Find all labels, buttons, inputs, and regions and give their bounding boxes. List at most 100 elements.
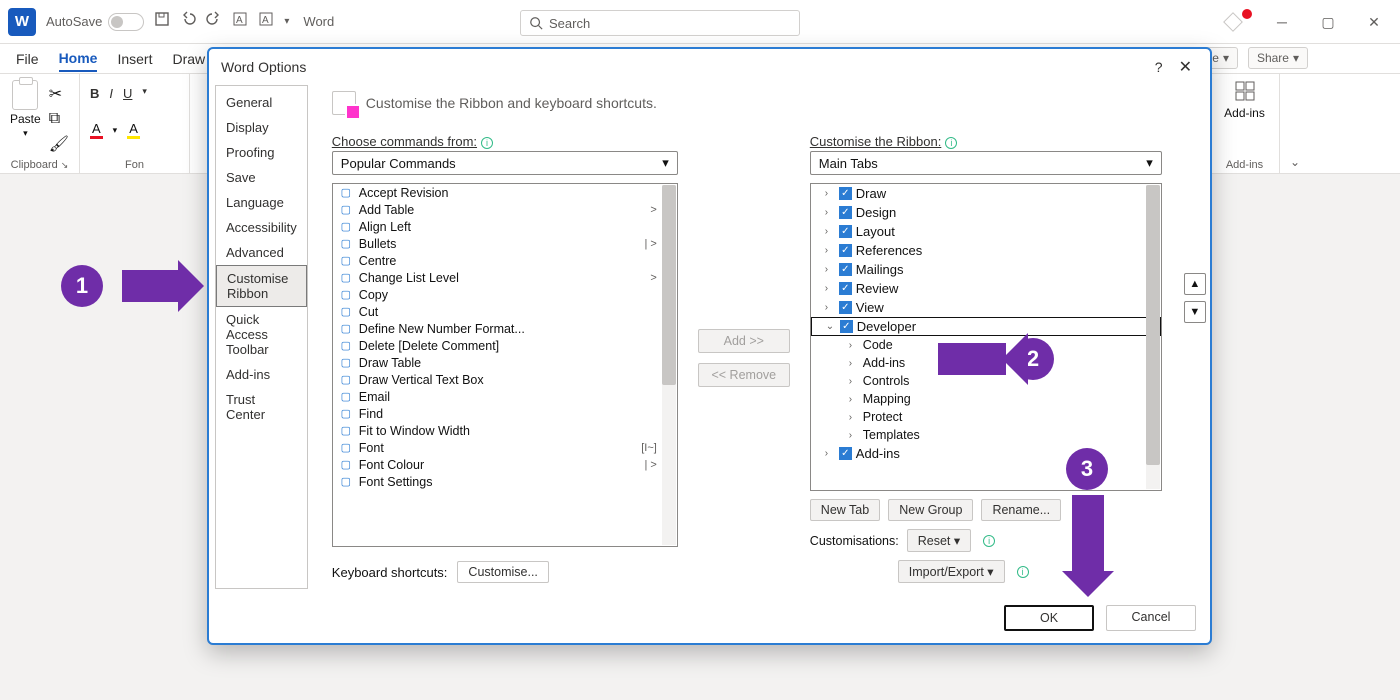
checkbox-icon[interactable]: ✓ (840, 320, 853, 333)
checkbox-icon[interactable]: ✓ (839, 263, 852, 276)
ribbon-tab-item[interactable]: ›✓View (811, 298, 1161, 317)
ribbon-group-item[interactable]: ›Templates (811, 426, 1161, 444)
command-list-item[interactable]: ▢Copy (333, 286, 677, 303)
ribbon-group-item[interactable]: ›Protect (811, 408, 1161, 426)
highlight-button[interactable]: A (127, 121, 140, 139)
options-nav-item[interactable]: General (216, 90, 307, 115)
command-list-item[interactable]: ▢Font[I~] (333, 439, 677, 456)
save-icon[interactable] (154, 11, 170, 32)
new-tab-button[interactable]: New Tab (810, 499, 880, 521)
ribbon-group-item[interactable]: ›Add-ins (811, 354, 1161, 372)
info-icon[interactable]: i (481, 137, 493, 149)
caret-right-icon[interactable]: › (825, 264, 835, 275)
command-list-item[interactable]: ▢Delete [Delete Comment] (333, 337, 677, 354)
ribbon-tab-item[interactable]: ›✓Layout (811, 222, 1161, 241)
move-down-button[interactable]: ▼ (1184, 301, 1206, 323)
caret-right-icon[interactable]: › (849, 358, 859, 369)
command-list-item[interactable]: ▢Draw Vertical Text Box (333, 371, 677, 388)
options-nav-item[interactable]: Language (216, 190, 307, 215)
undo-icon[interactable] (180, 11, 196, 32)
tab-insert[interactable]: Insert (117, 47, 152, 71)
checkbox-icon[interactable]: ✓ (839, 187, 852, 200)
options-nav-item[interactable]: Advanced (216, 240, 307, 265)
command-list-item[interactable]: ▢Font Colour| > (333, 456, 677, 473)
minimize-button[interactable]: ─ (1262, 8, 1302, 36)
command-list-item[interactable]: ▢Define New Number Format... (333, 320, 677, 337)
search-input[interactable]: Search (520, 10, 800, 36)
command-list-item[interactable]: ▢Draw Table (333, 354, 677, 371)
close-window-button[interactable]: ✕ (1354, 8, 1394, 36)
ribbon-group-item[interactable]: ›Controls (811, 372, 1161, 390)
qat-dropdown-icon[interactable]: ▾ (284, 16, 289, 27)
checkbox-icon[interactable]: ✓ (839, 301, 852, 314)
info-icon[interactable]: i (1017, 566, 1029, 578)
commands-listbox[interactable]: ▢Accept Revision▢Add Table>▢Align Left▢B… (332, 183, 678, 547)
command-list-item[interactable]: ▢Align Left (333, 218, 677, 235)
copy-icon[interactable]: ⧉ (49, 110, 69, 128)
options-nav-item[interactable]: Trust Center (216, 387, 307, 427)
ribbon-tab-item[interactable]: ›✓Add-ins (811, 444, 1161, 463)
dialog-launcher-icon[interactable]: ↘ (61, 160, 69, 170)
move-up-button[interactable]: ▲ (1184, 273, 1206, 295)
command-list-item[interactable]: ▢Centre (333, 252, 677, 269)
options-nav-item[interactable]: Proofing (216, 140, 307, 165)
ribbon-tabs-tree[interactable]: ›✓Draw›✓Design›✓Layout›✓References›✓Mail… (810, 183, 1162, 491)
options-nav-item[interactable]: Display (216, 115, 307, 140)
command-list-item[interactable]: ▢Fit to Window Width (333, 422, 677, 439)
format-painter-icon[interactable]: 🖌 (49, 134, 69, 154)
command-list-item[interactable]: ▢Accept Revision (333, 184, 677, 201)
info-icon[interactable]: i (983, 535, 995, 547)
rename-button[interactable]: Rename... (981, 499, 1061, 521)
toggle-switch-icon[interactable] (108, 13, 144, 31)
close-icon[interactable]: ✕ (1173, 57, 1198, 77)
checkbox-icon[interactable]: ✓ (839, 244, 852, 257)
tab-draw[interactable]: Draw (172, 47, 205, 71)
checkbox-icon[interactable]: ✓ (839, 447, 852, 460)
caret-right-icon[interactable]: › (849, 394, 859, 405)
customise-shortcuts-button[interactable]: Customise... (457, 561, 548, 583)
caret-right-icon[interactable]: › (825, 448, 835, 459)
italic-button[interactable]: I (109, 86, 113, 101)
scrollbar-thumb[interactable] (662, 185, 676, 385)
ok-button[interactable]: OK (1004, 605, 1094, 631)
caret-right-icon[interactable]: › (825, 207, 835, 218)
checkbox-icon[interactable]: ✓ (839, 282, 852, 295)
underline-button[interactable]: U (123, 86, 132, 101)
collapse-ribbon-icon[interactable]: ⌄ (1290, 155, 1300, 169)
tab-home[interactable]: Home (59, 46, 98, 72)
command-list-item[interactable]: ▢Cut (333, 303, 677, 320)
options-nav-item[interactable]: Quick Access Toolbar (216, 307, 307, 362)
command-list-item[interactable]: ▢Add Table> (333, 201, 677, 218)
share-button[interactable]: Share ▾ (1248, 47, 1308, 69)
checkbox-icon[interactable]: ✓ (839, 225, 852, 238)
paste-button[interactable]: Paste ▾ (10, 80, 41, 154)
ribbon-tab-item[interactable]: ›✓References (811, 241, 1161, 260)
scrollbar-thumb[interactable] (1146, 185, 1160, 465)
command-list-item[interactable]: ▢Font Settings (333, 473, 677, 490)
text-box-icon[interactable]: A (232, 11, 248, 32)
ribbon-tab-item[interactable]: ›✓Design (811, 203, 1161, 222)
choose-commands-dropdown[interactable]: Popular Commands ▾ (332, 151, 678, 175)
text-box2-icon[interactable]: A (258, 11, 274, 32)
caret-right-icon[interactable]: › (849, 412, 859, 423)
import-export-dropdown[interactable]: Import/Export ▾ (898, 560, 1005, 583)
command-list-item[interactable]: ▢Bullets| > (333, 235, 677, 252)
options-nav-item[interactable]: Add-ins (216, 362, 307, 387)
remove-button[interactable]: << Remove (698, 363, 790, 387)
notification-icon[interactable] (1223, 12, 1243, 32)
options-nav-item[interactable]: Customise Ribbon (216, 265, 307, 307)
options-nav-item[interactable]: Save (216, 165, 307, 190)
caret-right-icon[interactable]: › (825, 245, 835, 256)
customise-ribbon-dropdown[interactable]: Main Tabs ▾ (810, 151, 1162, 175)
cut-icon[interactable]: ✂ (49, 84, 69, 104)
checkbox-icon[interactable]: ✓ (839, 206, 852, 219)
ribbon-tab-item[interactable]: ⌄✓Developer (811, 317, 1161, 336)
ribbon-tab-item[interactable]: ›✓Mailings (811, 260, 1161, 279)
addins-icon[interactable] (1234, 80, 1256, 102)
ribbon-group-item[interactable]: ›Mapping (811, 390, 1161, 408)
command-list-item[interactable]: ▢Change List Level> (333, 269, 677, 286)
info-icon[interactable]: i (945, 137, 957, 149)
caret-right-icon[interactable]: › (849, 376, 859, 387)
maximize-button[interactable]: ▢ (1308, 8, 1348, 36)
redo-icon[interactable] (206, 11, 222, 32)
